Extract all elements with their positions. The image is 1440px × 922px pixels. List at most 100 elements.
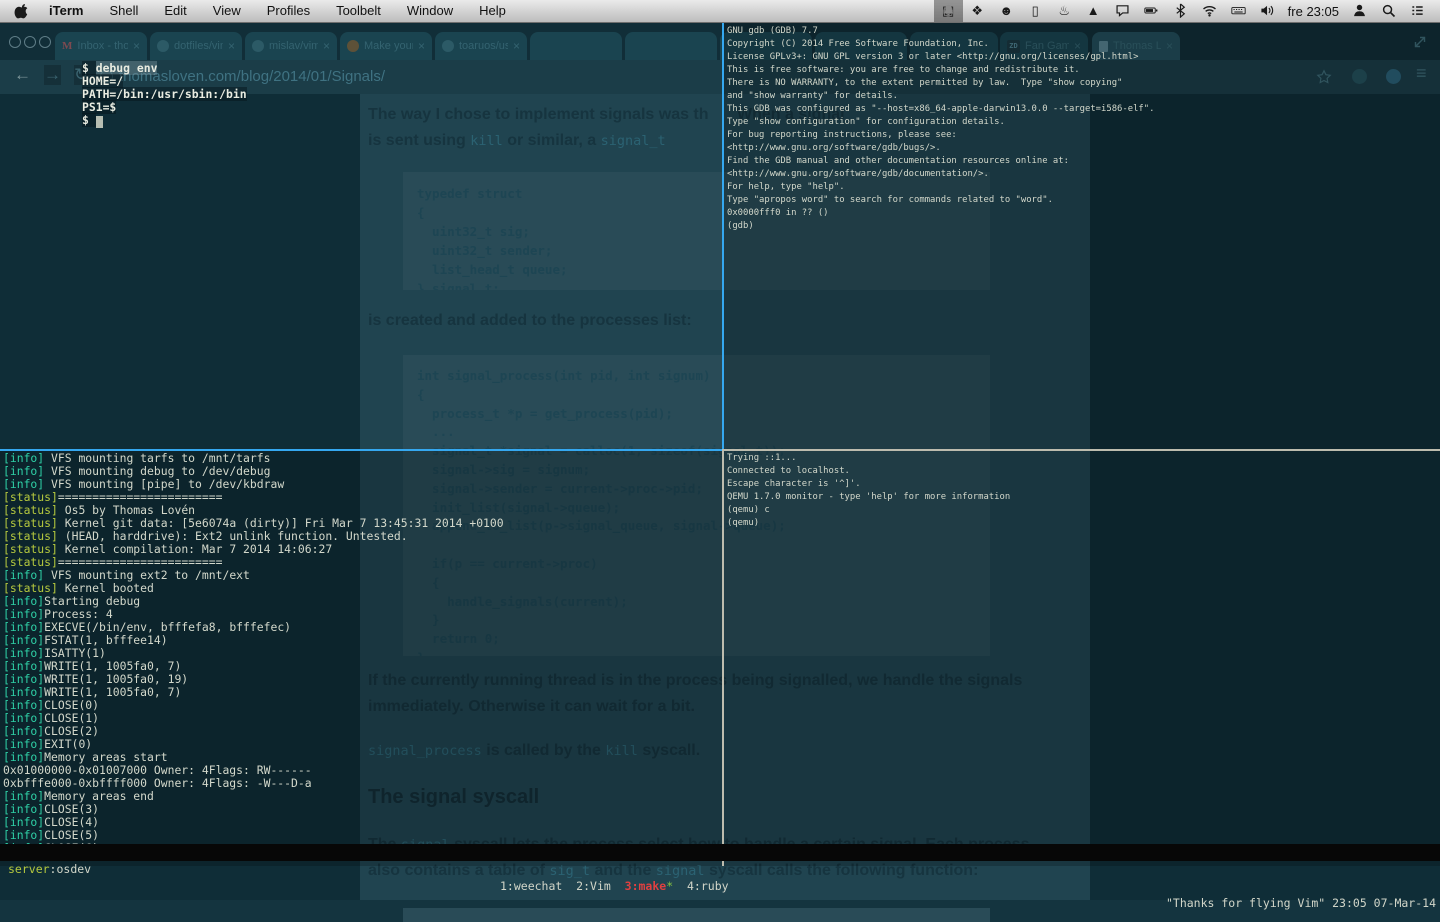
caffeine-icon[interactable]: ♨ (1050, 0, 1079, 22)
terminal-line: Type "show configuration" for configurat… (727, 117, 1005, 127)
log-text: VFS mounting ext2 to /mnt/ext (44, 568, 250, 582)
terminal-line: (qemu) (727, 518, 760, 528)
pane-shell[interactable]: $ debug env HOME=/PATH=/bin:/usr/sbin:/bi… (82, 61, 247, 128)
log-tag: [info] (3, 607, 45, 621)
pane-kernel-log[interactable]: [info] VFS mounting tarfs to /mnt/tarfs [… (3, 452, 504, 855)
gh-tab-icon (157, 40, 169, 52)
music-app-icon[interactable]: ☻ (992, 0, 1021, 22)
gh-tab-icon (442, 40, 454, 52)
browser-tab[interactable]: M Inbox - thoma × (55, 32, 147, 60)
menubar-item-toolbelt[interactable]: Toolbelt (323, 0, 394, 22)
page-paragraph-ghost: is created and added to the processes li… (368, 312, 692, 330)
log-tag: [info] (3, 568, 45, 582)
google-drive-icon[interactable]: ▲ (1079, 0, 1108, 22)
browser-tab[interactable]: dotfiles/vim a × (150, 32, 242, 60)
tmux-window-item[interactable] (562, 879, 576, 893)
log-text: VFS mounting debug to /dev/debug (44, 464, 271, 478)
tab-close-icon[interactable]: × (133, 39, 140, 53)
page-paragraph-ghost: is sent using kill or similar, a signal_… (368, 132, 666, 150)
log-tag: [info] (3, 815, 45, 829)
menubar-item-iterm[interactable]: iTerm (36, 0, 96, 22)
tmux-window-item[interactable]: 1:weechat (500, 879, 562, 893)
code-block-ghost (403, 908, 990, 922)
tmux-window-item[interactable] (611, 879, 625, 893)
apple-menu-icon[interactable] (14, 3, 30, 20)
menubar-item-help[interactable]: Help (466, 0, 519, 22)
log-tag: [info] (3, 750, 45, 764)
pane-divider-vertical-active[interactable] (722, 22, 724, 449)
volume-icon[interactable] (1253, 0, 1282, 22)
user-icon[interactable] (1345, 0, 1374, 22)
keyboard-icon[interactable] (1224, 0, 1253, 22)
window-traffic-light[interactable] (9, 36, 21, 48)
log-text: ISATTY(1) (44, 646, 106, 660)
spotlight-icon[interactable] (1374, 0, 1403, 22)
display-icon[interactable]: ▯ (1021, 0, 1050, 22)
terminal-line: <http://www.gnu.org/software/gdb/bugs/>. (727, 143, 941, 153)
browser-tab[interactable]: Make your firs × (340, 32, 432, 60)
terminal-line: PS1=$ (82, 100, 247, 114)
tab-close-icon[interactable]: × (323, 39, 330, 53)
log-tag: [info] (3, 724, 45, 738)
terminal-cursor (95, 116, 103, 128)
menubar-clock[interactable]: fre 23:05 (1282, 4, 1345, 19)
terminal-line: Connected to localhost. (727, 466, 850, 476)
tab-title: mislav/vimfile (269, 40, 318, 52)
pane-qemu-monitor[interactable]: Trying ::1... Connected to localhost. Esca… (727, 452, 1010, 530)
bluetooth-icon[interactable] (1166, 0, 1195, 22)
tab-close-icon[interactable]: × (418, 39, 425, 53)
log-text: Kernel git data: [5e6074a (dirty)] Fri M… (57, 516, 504, 530)
tmux-status-right: "Thanks for flying Vim" 23:05 07-Mar-14 (1165, 896, 1436, 910)
log-text: Kernel compilation: Mar 7 2014 14:06:27 (57, 542, 333, 556)
log-text: CLOSE(5) (44, 828, 100, 842)
desktop: { "menubar": { "items": ["iTerm", "Shell… (0, 0, 1440, 922)
tab-close-icon[interactable]: × (513, 39, 520, 53)
text-run: $ (82, 61, 96, 75)
log-tag: [info] (3, 646, 45, 660)
log-tag: [info] (3, 802, 45, 816)
log-tag: [status] (3, 555, 58, 569)
notification-center-icon[interactable] (1403, 0, 1432, 22)
tmux-window-item[interactable]: 4:ruby (687, 879, 729, 893)
pane-divider-horizontal[interactable] (724, 449, 1440, 451)
wifi-icon[interactable] (1195, 0, 1224, 22)
log-tag: [info] (3, 672, 45, 686)
window-traffic-light[interactable] (24, 36, 36, 48)
log-text: VFS mounting tarfs to /mnt/tarfs (44, 451, 271, 465)
forward-arrow-icon[interactable]: → (44, 65, 61, 85)
terminal-line: For bug reporting instructions, please s… (727, 130, 957, 140)
menubar-item-shell[interactable]: Shell (96, 0, 151, 22)
window-traffic-light[interactable] (39, 36, 51, 48)
browser-tab[interactable]: mislav/vimfile × (245, 32, 337, 60)
log-tag: [status] (3, 529, 58, 543)
menubar-item-profiles[interactable]: Profiles (254, 0, 323, 22)
browser-tab[interactable] (625, 32, 717, 60)
terminal-line: This GDB was configured as "--host=x86_6… (727, 104, 1155, 114)
dropbox-icon[interactable]: ❖ (963, 0, 992, 22)
log-tag: [info] (3, 477, 45, 491)
browser-tab[interactable] (530, 32, 622, 60)
battery-icon[interactable] (1137, 0, 1166, 22)
tmux-window-item[interactable]: 2:Vim (576, 879, 611, 893)
log-text: CLOSE(0) (44, 698, 100, 712)
browser-tab[interactable]: toaruos/users × (435, 32, 527, 60)
tab-close-icon[interactable]: × (228, 39, 235, 53)
text-run: is sent using (368, 132, 471, 149)
bell-icon[interactable] (933, 0, 963, 22)
log-tag: [info] (3, 828, 45, 842)
back-arrow-icon[interactable]: ← (14, 65, 31, 85)
text-run: or similar, a (502, 132, 601, 149)
messages-icon[interactable] (1108, 0, 1137, 22)
tmux-window-item[interactable] (673, 879, 687, 893)
menubar-item-window[interactable]: Window (394, 0, 466, 22)
dot-tab-icon (347, 40, 359, 52)
terminal-line: This is free software: you are free to c… (727, 65, 1080, 75)
tmux-window-item[interactable]: 3:make (625, 879, 667, 893)
menubar-item-view[interactable]: View (200, 0, 254, 22)
pane-gdb[interactable]: GNU gdb (GDB) 7.7 Copyright (C) 2014 Free… (727, 25, 1154, 233)
menubar-item-edit[interactable]: Edit (151, 0, 199, 22)
terminal-line: 0x0000fff0 in ?? () (727, 208, 829, 218)
log-tag: [info] (3, 737, 45, 751)
pane-divider-vertical[interactable] (722, 449, 724, 866)
tmux-status-bar: server:osdev 1:weechat 2:Vim 3:make* 4:r… (0, 844, 1440, 910)
